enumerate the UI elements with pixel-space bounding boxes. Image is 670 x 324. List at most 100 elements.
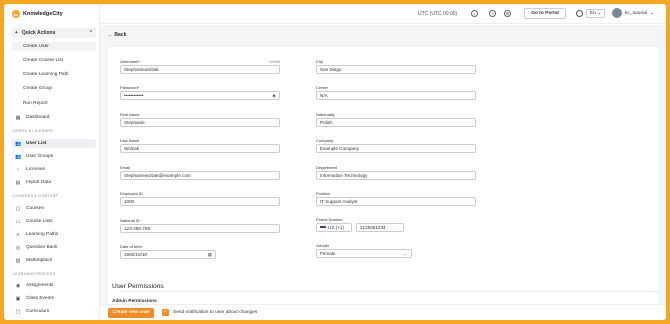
nav-licenses-label: Licenses (26, 167, 45, 172)
quick-action-create-learning-path[interactable]: Create Learning Path (23, 72, 69, 77)
dashboard-icon: ▦ (15, 114, 21, 121)
last-name-label: Last Name (120, 138, 140, 143)
dob-label: Date of birth (120, 244, 142, 249)
quick-action-run-report[interactable]: Run Report (23, 101, 48, 106)
quick-action-create-user[interactable]: Create User (12, 42, 96, 51)
nav-licenses[interactable]: ♀ Licenses (12, 165, 96, 174)
avatar (612, 8, 622, 18)
first-name-label: First Name (120, 112, 140, 117)
assignments-icon: ◉ (15, 282, 21, 289)
last-name-field[interactable]: Wolzak (120, 144, 280, 153)
courses-icon: ▢ (15, 205, 21, 212)
question-bank-icon: ◎ (15, 244, 21, 251)
section-learning-process: LEARNING PROCESS (13, 272, 56, 276)
nav-curriculum-label: Curriculum (26, 309, 50, 314)
center-label: Center (316, 85, 329, 90)
marketplace-icon: ▥ (15, 257, 21, 264)
app-window: kc KnowledgeCity + Quick Actions ⌃ Creat… (4, 4, 666, 320)
nav-class-events[interactable]: ▣ Class Events (12, 294, 96, 303)
plus-icon: + (15, 30, 18, 36)
section-users-licenses: USERS & LICENSES (13, 129, 53, 133)
nav-courses[interactable]: ▢ Courses (12, 204, 96, 213)
nav-curriculum[interactable]: ▢ Curriculum (12, 307, 96, 316)
eye-icon[interactable]: ◉ (272, 92, 276, 99)
gender-select[interactable]: Female ⌄ (316, 249, 412, 258)
password-field[interactable]: •••••••••••• ◉ (120, 91, 280, 100)
timezone-label: UTC (UTC 00:00) (418, 11, 458, 17)
city-label: City (316, 59, 323, 64)
help-icon[interactable]: ? (489, 10, 496, 17)
national-id-field[interactable]: 123-456-789 (120, 224, 280, 233)
position-label: Position (316, 191, 331, 196)
password-label: Password* (120, 85, 140, 90)
nav-dashboard[interactable]: ▦ Dashboard (12, 113, 96, 122)
nav-import-data-label: Import Data (26, 180, 52, 185)
phone-label: Phone Number (316, 217, 343, 222)
course-lists-icon: ▭ (15, 218, 21, 225)
nav-course-lists-label: Course Lists (26, 219, 53, 224)
city-field[interactable]: San Diego (316, 65, 476, 74)
calendar-icon[interactable]: ▦ (208, 251, 212, 258)
settings-icon[interactable]: ⚙ (504, 10, 511, 17)
username-counter: 15/256 (269, 60, 280, 64)
position-field[interactable]: IT Support Analyst (316, 197, 476, 206)
email-field[interactable]: Stephaniewolzak@example.com (120, 171, 280, 180)
gender-value: Female (320, 251, 336, 256)
go-to-portal-button[interactable]: Go to Portal (524, 8, 566, 19)
language-value: En ⌄ (586, 9, 606, 18)
dob-field[interactable]: 1992/10/10 ▦ (120, 250, 216, 259)
nav-marketplace-label: Marketplace (26, 258, 53, 263)
nationality-field[interactable]: Polish (316, 118, 476, 127)
divider (120, 291, 658, 292)
section-courses-content: COURSES & CONTENT (13, 194, 59, 198)
nav-question-bank[interactable]: ◎ Question Bank (12, 243, 96, 252)
globe-icon (576, 10, 583, 17)
nav-learning-paths[interactable]: ≡ Learning Paths (12, 230, 96, 239)
create-user-button[interactable]: Create new user (108, 308, 154, 318)
nav-user-groups[interactable]: 👥 User Groups (12, 152, 96, 161)
us-flag-icon (320, 225, 326, 230)
sidebar: kc KnowledgeCity + Quick Actions ⌃ Creat… (4, 4, 100, 320)
department-label: Department (316, 165, 337, 170)
username-label: kc_tutorial (625, 10, 647, 16)
back-button[interactable]: ← Back (108, 32, 126, 38)
email-label: Email (120, 165, 131, 170)
main-content: ← Back Username* 15/256 Stephaniewolzak … (100, 25, 666, 320)
center-field[interactable]: N/A (316, 91, 476, 100)
form-footer: Create new user ✓ Send notification to u… (100, 304, 666, 320)
notification-icon[interactable]: • (471, 10, 478, 17)
quick-action-create-group[interactable]: Create Group (23, 86, 52, 91)
nav-class-events-label: Class Events (26, 296, 54, 301)
phone-country-select[interactable]: US (+1) (316, 223, 352, 232)
calendar-icon: ▣ (15, 295, 21, 302)
nav-import-data[interactable]: ▤ Import Data (12, 178, 96, 187)
employee-id-field[interactable]: 1000 (120, 197, 280, 206)
quick-actions-toggle[interactable]: + Quick Actions ⌃ (12, 28, 96, 38)
username-field[interactable]: Stephaniewolzak (120, 65, 280, 74)
first-name-field[interactable]: Stephanie (120, 118, 280, 127)
nav-learning-paths-label: Learning Paths (26, 232, 59, 237)
notify-checkbox[interactable]: ✓ Send notification to user about change… (162, 309, 257, 316)
logo[interactable]: kc KnowledgeCity (12, 10, 63, 18)
nav-user-list[interactable]: 👥 User List (12, 139, 96, 148)
nav-assignments[interactable]: ◉ Assignments (12, 281, 96, 290)
notify-label: Send notification to user about changes (173, 310, 258, 315)
license-icon: ♀ (16, 166, 20, 173)
chevron-down-icon: ⌄ (403, 251, 407, 256)
employee-id-label: Employee ID (120, 191, 143, 196)
phone-number-field[interactable]: 2125551234 (356, 223, 404, 232)
user-groups-icon: 👥 (15, 153, 22, 160)
gender-label: Gender (316, 243, 330, 248)
quick-action-create-course-list[interactable]: Create Course List (23, 58, 63, 63)
dob-value: 1992/10/10 (124, 252, 147, 257)
nationality-label: Nationality (316, 112, 335, 117)
nav-course-lists[interactable]: ▭ Course Lists (12, 217, 96, 226)
nav-dashboard-label: Dashboard (26, 115, 50, 120)
nav-marketplace[interactable]: ▥ Marketplace (12, 256, 96, 265)
language-selector[interactable]: En ⌄ (576, 9, 606, 18)
company-field[interactable]: Example Company (316, 144, 476, 153)
chevron-down-icon: ⌄ (649, 10, 654, 16)
user-menu[interactable]: kc_tutorial ⌄ (612, 8, 654, 18)
department-field[interactable]: Information Technology (316, 171, 476, 180)
topbar: UTC (UTC 00:00) • ? ⚙ Go to Portal En ⌄ … (100, 4, 666, 24)
